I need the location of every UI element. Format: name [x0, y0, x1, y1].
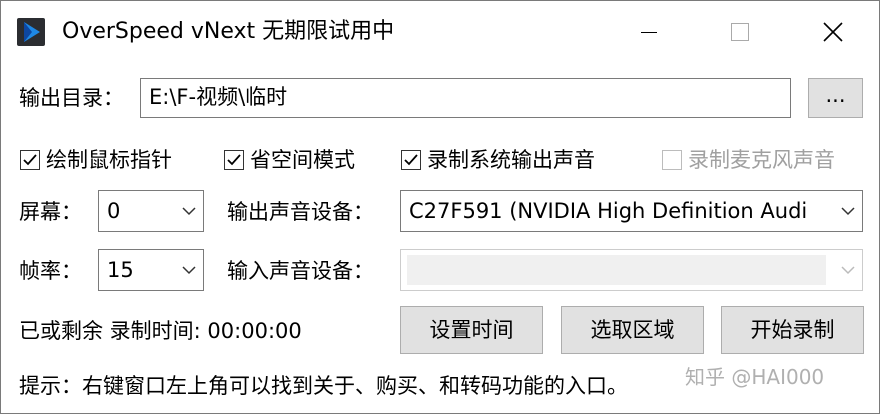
- checkmark-icon: [227, 154, 241, 166]
- watermark-text: 知乎 @HAI000: [685, 365, 825, 389]
- checkmark-icon: [404, 154, 418, 166]
- browse-button[interactable]: ...: [808, 78, 863, 118]
- window-title: OverSpeed vNext 无期限试用中: [62, 19, 395, 44]
- checkbox-box[interactable]: [20, 150, 40, 170]
- checkbox-box[interactable]: [662, 150, 682, 170]
- close-button[interactable]: [787, 1, 879, 63]
- chevron-down-icon: [182, 266, 196, 275]
- checkbox-box[interactable]: [401, 150, 421, 170]
- output-dir-label: 输出目录：: [19, 86, 124, 110]
- screen-label: 屏幕：: [19, 200, 82, 224]
- maximize-icon: [731, 23, 749, 41]
- chevron-down-icon: [841, 266, 855, 275]
- checkbox-box[interactable]: [224, 150, 244, 170]
- save-space-label: 省空间模式: [250, 148, 355, 172]
- draw-cursor-label: 绘制鼠标指针: [46, 148, 172, 172]
- record-timer-label: 已或剩余 录制时间: 00:00:00: [19, 319, 302, 343]
- hint-text: 提示：右键窗口左上角可以找到关于、购买、和转码功能的入口。: [19, 374, 628, 398]
- input-device-select[interactable]: [400, 249, 863, 291]
- close-icon: [823, 22, 843, 42]
- screen-value: 0: [107, 199, 121, 223]
- input-device-value-area: [407, 255, 826, 285]
- chevron-down-icon: [841, 207, 855, 216]
- checkmark-icon: [23, 154, 37, 166]
- chevron-down-icon: [182, 207, 196, 216]
- play-logo-icon[interactable]: [16, 17, 46, 47]
- framerate-select[interactable]: 15: [98, 249, 204, 291]
- input-device-label: 输入声音设备：: [227, 259, 374, 283]
- output-device-value: C27F591 (NVIDIA High Definition Audi: [409, 199, 808, 223]
- record-mic-label: 录制麦克风声音: [688, 148, 835, 172]
- title-bar[interactable]: OverSpeed vNext 无期限试用中: [1, 1, 879, 63]
- output-device-select[interactable]: C27F591 (NVIDIA High Definition Audi: [400, 190, 863, 232]
- screen-select[interactable]: 0: [98, 190, 204, 232]
- minimize-icon: [641, 32, 657, 33]
- output-device-label: 输出声音设备：: [227, 200, 374, 224]
- record-system-audio-label: 录制系统输出声音: [427, 148, 595, 172]
- maximize-button[interactable]: [691, 1, 783, 63]
- start-record-button[interactable]: 开始录制: [721, 306, 864, 354]
- framerate-value: 15: [107, 258, 134, 282]
- select-area-button[interactable]: 选取区域: [561, 306, 704, 354]
- framerate-label: 帧率：: [19, 259, 82, 283]
- output-dir-input[interactable]: E:\F-视频\临时: [140, 78, 791, 118]
- minimize-button[interactable]: [599, 1, 691, 63]
- set-time-button[interactable]: 设置时间: [400, 306, 543, 354]
- app-window: OverSpeed vNext 无期限试用中 输出目录： E:\F-视频\临时 …: [0, 0, 880, 414]
